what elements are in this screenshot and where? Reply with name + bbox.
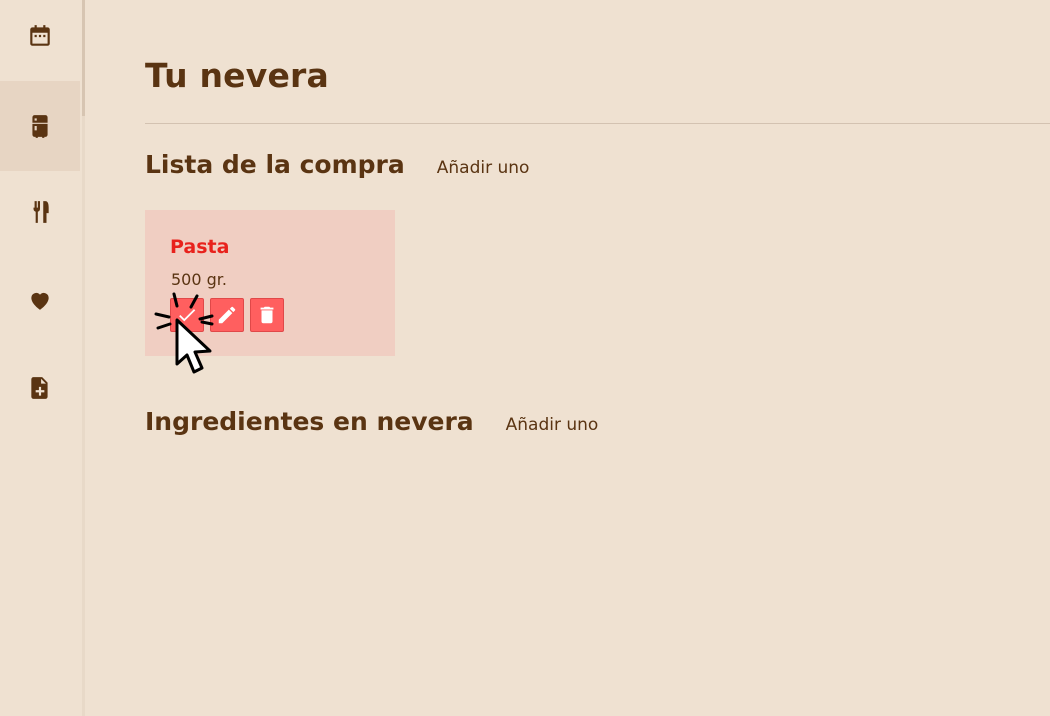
pencil-icon: [218, 306, 236, 324]
fridge-icon: [32, 115, 48, 138]
sidebar-item-recipes[interactable]: [0, 168, 80, 256]
sidebar-item-new-document[interactable]: [0, 344, 80, 432]
sidebar: [0, 0, 80, 716]
shopping-list-title: Lista de la compra: [145, 150, 405, 179]
sidebar-scrollbar-thumb[interactable]: [82, 0, 85, 116]
sidebar-item-fridge[interactable]: [0, 81, 80, 171]
fridge-ingredients-add-link[interactable]: Añadir uno: [506, 415, 599, 435]
edit-item-button[interactable]: [210, 298, 244, 332]
shopping-list-header: Lista de la compra Añadir uno: [145, 150, 529, 179]
file-plus-icon: [31, 377, 48, 399]
sidebar-item-favorites[interactable]: [0, 256, 80, 344]
app: Tu nevera Lista de la compra Añadir uno …: [0, 0, 1050, 716]
fridge-ingredients-title: Ingredientes en nevera: [145, 407, 474, 436]
sidebar-item-calendar[interactable]: [0, 0, 80, 80]
delete-item-button[interactable]: [250, 298, 284, 332]
fridge-ingredients-header: Ingredientes en nevera Añadir uno: [145, 407, 598, 436]
main-content: Tu nevera Lista de la compra Añadir uno …: [145, 0, 1050, 716]
shopping-item-card: Pasta 500 gr.: [145, 210, 395, 356]
item-name: Pasta: [170, 236, 230, 258]
shopping-list-add-link[interactable]: Añadir uno: [437, 158, 530, 178]
item-quantity: 500 gr.: [171, 270, 227, 289]
page-title: Tu nevera: [145, 56, 329, 95]
title-divider: [145, 123, 1050, 124]
check-icon: [179, 309, 196, 322]
calendar-icon: [30, 25, 50, 46]
heart-icon: [31, 292, 49, 310]
check-item-button[interactable]: [170, 298, 204, 332]
item-actions: [170, 298, 284, 332]
trash-icon: [260, 306, 274, 324]
utensils-icon: [31, 201, 49, 223]
